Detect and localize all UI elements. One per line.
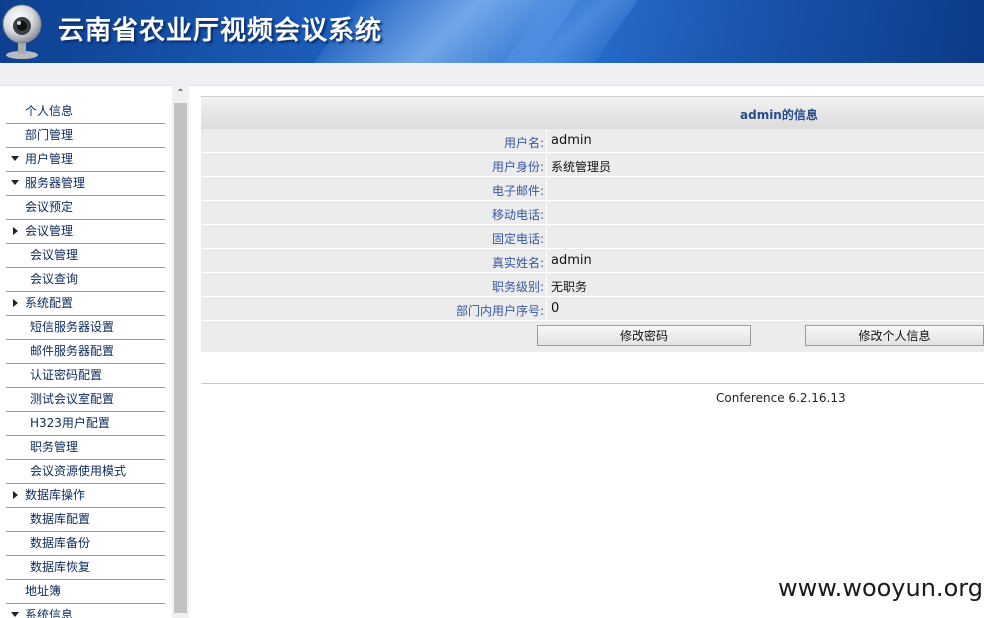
top-toolbar-strip — [0, 63, 984, 86]
edit-profile-button[interactable]: 修改个人信息 — [805, 325, 984, 346]
sidebar-item-label: 会议管理 — [25, 224, 74, 238]
sidebar-item[interactable]: 邮件服务器配置 — [6, 340, 165, 364]
triangle-down-icon — [11, 156, 19, 161]
sidebar-item[interactable]: 会议管理 — [6, 220, 165, 244]
app-header: 云南省农业厅视频会议系统 — [0, 0, 984, 63]
info-row: 职务级别: 无职务 — [201, 273, 984, 297]
scroll-up-arrow-icon[interactable]: ⌃ — [172, 85, 189, 102]
column-separator — [546, 153, 547, 176]
sidebar-item[interactable]: H323用户配置 — [6, 412, 165, 436]
sidebar-item-label: 部门管理 — [25, 128, 74, 142]
info-label: 部门内用户序号: — [455, 304, 544, 318]
app-title: 云南省农业厅视频会议系统 — [58, 16, 383, 46]
sidebar-item-label: 邮件服务器配置 — [30, 344, 115, 358]
sidebar-item[interactable]: 认证密码配置 — [6, 364, 165, 388]
info-label: 电子邮件: — [491, 184, 544, 198]
sidebar-item[interactable]: 服务器管理 — [6, 172, 165, 196]
sidebar-item[interactable]: 会议查询 — [6, 268, 165, 292]
sidebar-item[interactable]: 会议预定 — [6, 196, 165, 220]
sidebar-item[interactable]: 测试会议室配置 — [6, 388, 165, 412]
sidebar-item-label: 会议资源使用模式 — [30, 464, 127, 478]
triangle-right-icon — [13, 491, 18, 499]
user-info-panel: admin的信息 用户名: admin 用户身份: 系统管理员 电子邮件: 移动电话: 固定… — [201, 96, 984, 352]
sidebar-item[interactable]: 会议资源使用模式 — [6, 460, 165, 484]
sidebar-scrollbar[interactable]: ⌃ — [172, 85, 189, 618]
column-separator — [546, 177, 547, 200]
version-text: Conference 6.2.16.13 — [716, 391, 846, 405]
panel-header: admin的信息 — [201, 96, 984, 129]
sidebar-item[interactable]: 个人信息 — [6, 100, 165, 124]
info-value: 0 — [551, 301, 560, 316]
sidebar-item[interactable]: 数据库备份 — [6, 532, 165, 556]
sidebar-item-label: 认证密码配置 — [30, 368, 103, 382]
sidebar-item-label: 地址簿 — [25, 584, 62, 598]
divider — [201, 383, 984, 384]
info-row: 用户身份: 系统管理员 — [201, 153, 984, 177]
info-value: 无职务 — [551, 280, 588, 294]
sidebar-item-label: H323用户配置 — [30, 416, 110, 430]
sidebar-menu: 个人信息 部门管理 用户管理 服务器管理 会议预定 会议管理 会议管理 会议查询 系统配置 短信服… — [0, 100, 170, 618]
sidebar-item[interactable]: 数据库配置 — [6, 508, 165, 532]
info-label: 固定电话: — [491, 232, 544, 246]
info-row: 电子邮件: — [201, 177, 984, 201]
panel-title: admin的信息 — [740, 108, 818, 122]
column-separator — [546, 273, 547, 296]
sidebar-item-label: 数据库配置 — [30, 512, 91, 526]
column-separator — [546, 249, 547, 272]
info-row: 部门内用户序号: 0 — [201, 297, 984, 321]
scroll-thumb[interactable] — [174, 103, 187, 613]
sidebar-item-label: 数据库操作 — [25, 488, 86, 502]
sidebar-item-label: 短信服务器设置 — [30, 320, 115, 334]
sidebar-item[interactable]: 部门管理 — [6, 124, 165, 148]
sidebar-item[interactable]: 用户管理 — [6, 148, 165, 172]
sidebar-item[interactable]: 数据库恢复 — [6, 556, 165, 580]
info-label: 用户名: — [503, 136, 544, 150]
sidebar-item[interactable]: 数据库操作 — [6, 484, 165, 508]
triangle-right-icon — [13, 299, 18, 307]
triangle-down-icon — [11, 180, 19, 185]
sidebar-item-label: 会议预定 — [25, 200, 74, 214]
sidebar-item-label: 系统信息 — [25, 608, 74, 618]
info-label: 移动电话: — [491, 208, 544, 222]
info-value: admin — [551, 133, 592, 148]
sidebar-item-label: 服务器管理 — [25, 176, 86, 190]
sidebar-item[interactable]: 职务管理 — [6, 436, 165, 460]
sidebar-item[interactable]: 短信服务器设置 — [6, 316, 165, 340]
info-row: 固定电话: — [201, 225, 984, 249]
watermark: www.wooyun.org — [778, 574, 983, 602]
info-label: 职务级别: — [491, 280, 544, 294]
sidebar-item-label: 会议管理 — [30, 248, 79, 262]
info-row: 用户名: admin — [201, 129, 984, 153]
change-password-button[interactable]: 修改密码 — [537, 325, 751, 346]
column-separator — [546, 129, 547, 152]
sidebar-item-label: 职务管理 — [30, 440, 79, 454]
sidebar-item-label: 系统配置 — [25, 296, 74, 310]
sidebar-item-label: 数据库备份 — [30, 536, 91, 550]
info-row: 移动电话: — [201, 201, 984, 225]
sidebar-item[interactable]: 系统配置 — [6, 292, 165, 316]
webcam-icon — [2, 4, 42, 59]
sidebar-item[interactable]: 地址簿 — [6, 580, 165, 604]
column-separator — [546, 225, 547, 248]
triangle-down-icon — [11, 612, 19, 617]
column-separator — [546, 201, 547, 224]
sidebar-item-label: 用户管理 — [25, 152, 74, 166]
sidebar-item[interactable]: 系统信息 — [6, 604, 165, 618]
column-separator — [546, 297, 547, 320]
sidebar-item-label: 测试会议室配置 — [30, 392, 115, 406]
sidebar-item[interactable]: 会议管理 — [6, 244, 165, 268]
sidebar-item-label: 个人信息 — [25, 104, 74, 118]
info-row: 真实姓名: admin — [201, 249, 984, 273]
info-value: admin — [551, 253, 592, 268]
sidebar-item-label: 数据库恢复 — [30, 560, 91, 574]
info-label: 真实姓名: — [491, 256, 544, 270]
sidebar-item-label: 会议查询 — [30, 272, 79, 286]
info-value: 系统管理员 — [551, 160, 612, 174]
info-label: 用户身份: — [491, 160, 544, 174]
triangle-right-icon — [13, 227, 18, 235]
